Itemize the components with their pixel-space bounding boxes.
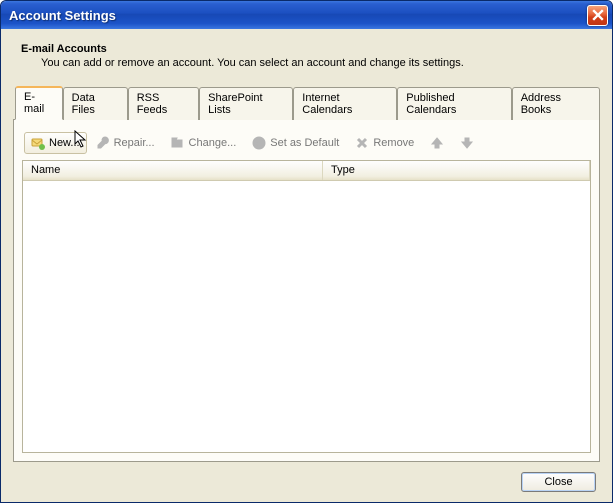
- change-button[interactable]: Change...: [164, 132, 244, 154]
- close-button[interactable]: Close: [521, 472, 596, 492]
- move-down-button[interactable]: [453, 132, 481, 154]
- repair-button[interactable]: Repair...: [89, 132, 162, 154]
- folder-edit-icon: [171, 136, 185, 150]
- button-label: New...: [49, 137, 80, 149]
- account-settings-window: Account Settings E-mail Accounts You can…: [0, 0, 613, 503]
- dialog-footer: Close: [13, 462, 600, 492]
- accounts-list[interactable]: Name Type: [22, 160, 591, 453]
- titlebar[interactable]: Account Settings: [1, 1, 612, 29]
- button-label: Close: [544, 476, 572, 488]
- wrench-icon: [96, 136, 110, 150]
- check-circle-icon: [252, 136, 266, 150]
- button-label: Remove: [373, 137, 414, 149]
- tab-label: Data Files: [72, 92, 95, 116]
- tab-panel-email: New... Repair... Change...: [13, 119, 600, 462]
- remove-button[interactable]: Remove: [348, 132, 421, 154]
- page-header: E-mail Accounts You can add or remove an…: [13, 43, 600, 85]
- tab-label: E-mail: [24, 91, 44, 115]
- tab-published-calendars[interactable]: Published Calendars: [397, 87, 511, 120]
- client-area: E-mail Accounts You can add or remove an…: [1, 29, 612, 502]
- set-default-button[interactable]: Set as Default: [245, 132, 346, 154]
- tab-label: Published Calendars: [406, 92, 456, 116]
- page-title: E-mail Accounts: [21, 43, 592, 55]
- button-label: Repair...: [114, 137, 155, 149]
- tab-label: RSS Feeds: [137, 92, 168, 116]
- tab-rss-feeds[interactable]: RSS Feeds: [128, 87, 199, 120]
- tab-label: Address Books: [521, 92, 561, 116]
- button-label: Change...: [189, 137, 237, 149]
- move-up-button[interactable]: [423, 132, 451, 154]
- list-header: Name Type: [23, 161, 590, 181]
- tab-address-books[interactable]: Address Books: [512, 87, 600, 120]
- column-header-name[interactable]: Name: [23, 161, 323, 180]
- close-icon: [592, 9, 604, 21]
- window-title: Account Settings: [9, 8, 587, 23]
- close-window-button[interactable]: [587, 5, 608, 26]
- toolbar: New... Repair... Change...: [22, 128, 591, 160]
- new-button[interactable]: New...: [24, 132, 87, 154]
- tab-email[interactable]: E-mail: [15, 86, 63, 120]
- arrow-up-icon: [430, 136, 444, 150]
- tabstrip: E-mail Data Files RSS Feeds SharePoint L…: [13, 85, 600, 119]
- mail-new-icon: [31, 136, 45, 150]
- tab-label: SharePoint Lists: [208, 92, 262, 116]
- tab-sharepoint-lists[interactable]: SharePoint Lists: [199, 87, 293, 120]
- tab-data-files[interactable]: Data Files: [63, 87, 128, 120]
- tab-internet-calendars[interactable]: Internet Calendars: [293, 87, 397, 120]
- page-description: You can add or remove an account. You ca…: [41, 57, 592, 69]
- delete-x-icon: [355, 136, 369, 150]
- tab-label: Internet Calendars: [302, 92, 352, 116]
- list-body: [23, 181, 590, 452]
- arrow-down-icon: [460, 136, 474, 150]
- column-header-type[interactable]: Type: [323, 161, 590, 180]
- button-label: Set as Default: [270, 137, 339, 149]
